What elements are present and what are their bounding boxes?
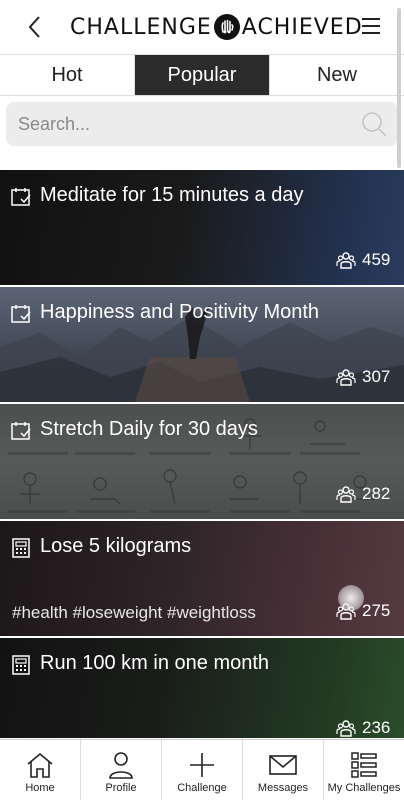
hand-logo-icon bbox=[213, 14, 240, 40]
touch-indicator bbox=[338, 585, 364, 611]
challenge-title: Stretch Daily for 30 days bbox=[40, 418, 258, 440]
group-icon bbox=[336, 486, 356, 503]
participant-count: 459 bbox=[336, 250, 390, 270]
envelope-icon bbox=[269, 755, 297, 775]
participant-count-value: 236 bbox=[362, 718, 391, 737]
nav-label: Messages bbox=[257, 782, 309, 794]
nav-challenge[interactable]: Challenge bbox=[162, 740, 243, 800]
nav-my-challenges[interactable]: My Challenges bbox=[324, 740, 404, 800]
app-logo: CHALLENGE ACHIEVED bbox=[70, 12, 363, 42]
chevron-left-icon bbox=[28, 16, 40, 38]
nav-label: Home bbox=[25, 782, 55, 794]
nav-messages[interactable]: Messages bbox=[243, 740, 324, 800]
search-input[interactable] bbox=[18, 102, 348, 146]
calculator-icon bbox=[12, 538, 30, 558]
nav-label: Challenge bbox=[177, 782, 227, 794]
calendar-check-icon bbox=[11, 188, 31, 206]
app-header: CHALLENGE ACHIEVED bbox=[0, 0, 404, 54]
participant-count-value: 459 bbox=[362, 250, 391, 269]
challenge-card[interactable]: Stretch Daily for 30 days 282 bbox=[0, 404, 404, 519]
participant-count: 282 bbox=[336, 484, 390, 504]
participant-count-value: 307 bbox=[362, 367, 391, 386]
scrollbar[interactable] bbox=[397, 8, 401, 168]
hamburger-menu-icon[interactable] bbox=[358, 12, 384, 40]
profile-icon bbox=[109, 752, 133, 779]
challenge-card[interactable]: Meditate for 15 minutes a day 459 bbox=[0, 170, 404, 285]
calculator-icon bbox=[12, 655, 30, 675]
challenge-title: Run 100 km in one month bbox=[40, 652, 270, 674]
calendar-check-icon bbox=[11, 305, 31, 323]
tab-popular[interactable]: Popular bbox=[135, 55, 270, 95]
challenge-card[interactable]: Happiness and Positivity Month 307 bbox=[0, 287, 404, 402]
challenge-card[interactable]: Lose 5 kilograms #health #loseweight #we… bbox=[0, 521, 404, 636]
logo-text-left: CHALLENGE bbox=[70, 14, 212, 40]
participant-count: 236 bbox=[336, 718, 390, 738]
search-icon[interactable] bbox=[360, 110, 388, 138]
tab-new[interactable]: New bbox=[270, 55, 404, 95]
nav-label: Profile bbox=[105, 782, 137, 794]
plus-icon bbox=[190, 753, 214, 777]
bottom-navigation: Home Profile Challenge Messages My Chall… bbox=[0, 739, 404, 800]
logo-text-right: ACHIEVED bbox=[241, 14, 363, 40]
challenge-tags: #health #loseweight #weightloss bbox=[12, 603, 256, 622]
challenge-title: Lose 5 kilograms bbox=[40, 535, 192, 557]
challenge-title: Happiness and Positivity Month bbox=[40, 301, 320, 323]
nav-profile[interactable]: Profile bbox=[81, 740, 162, 800]
nav-home[interactable]: Home bbox=[0, 740, 81, 800]
calendar-check-icon bbox=[11, 422, 31, 440]
participant-count: 307 bbox=[336, 367, 390, 387]
list-icon bbox=[351, 752, 377, 778]
tab-hot[interactable]: Hot bbox=[0, 55, 135, 95]
participant-count-value: 282 bbox=[362, 484, 391, 503]
home-icon bbox=[27, 752, 53, 778]
challenge-card[interactable]: Run 100 km in one month 236 bbox=[0, 638, 404, 738]
back-button[interactable] bbox=[20, 12, 50, 42]
group-icon bbox=[336, 252, 356, 269]
search-bar bbox=[6, 102, 398, 146]
nav-label: My Challenges bbox=[327, 782, 401, 794]
group-icon bbox=[336, 720, 356, 737]
challenge-title: Meditate for 15 minutes a day bbox=[40, 184, 304, 206]
participant-count-value: 275 bbox=[362, 601, 391, 620]
group-icon bbox=[336, 369, 356, 386]
tab-bar: Hot Popular New bbox=[0, 54, 404, 96]
